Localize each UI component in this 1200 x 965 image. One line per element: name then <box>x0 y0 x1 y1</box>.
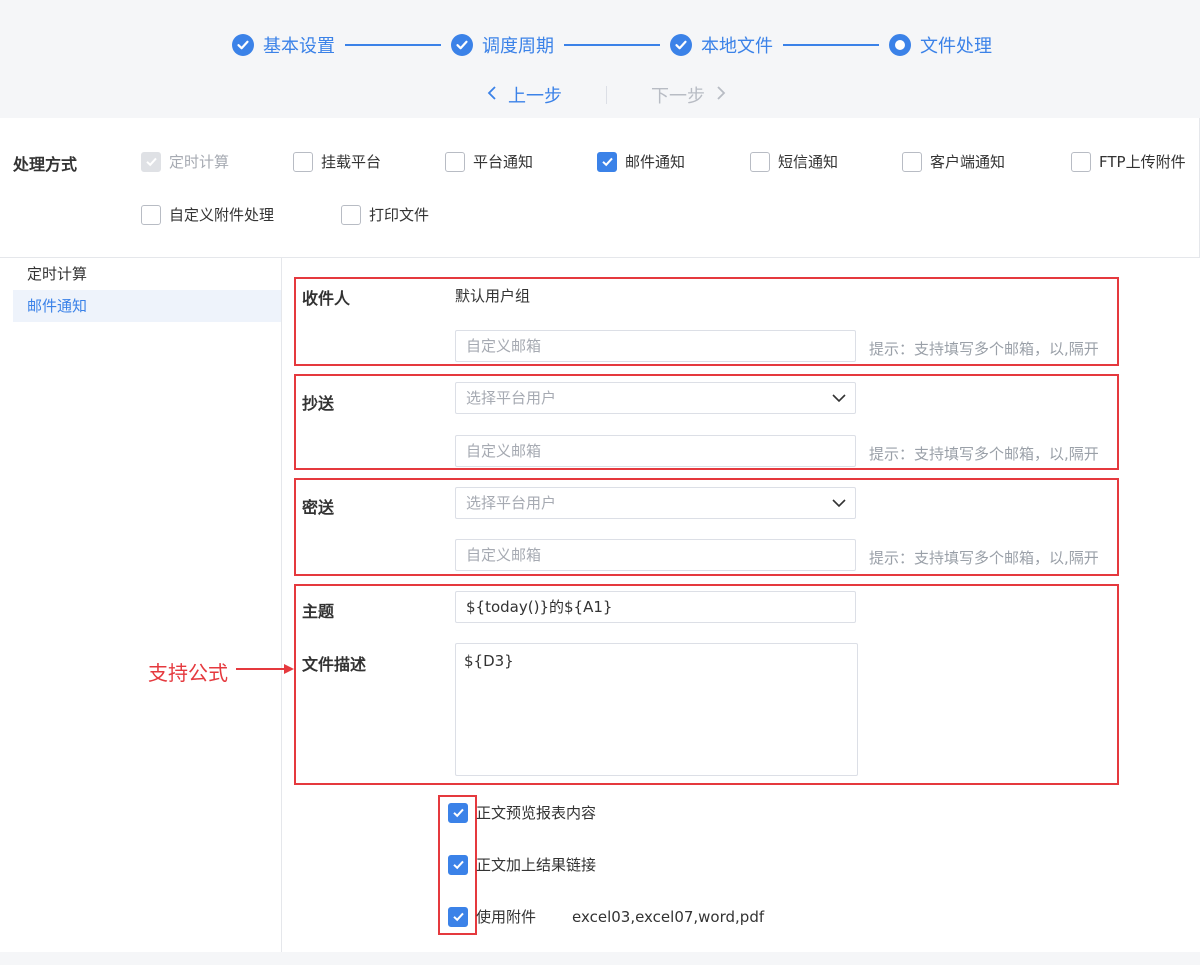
checkbox-checked <box>597 151 617 172</box>
checkbox <box>341 204 361 225</box>
option-label: 平台通知 <box>473 153 534 171</box>
next-step-button[interactable]: 下一步 <box>651 82 727 108</box>
checkbox-checked <box>448 802 468 823</box>
mode-option-print-file[interactable]: 打印文件 <box>341 204 429 225</box>
step-connector <box>345 44 441 46</box>
mode-option-sms-notify[interactable]: 短信通知 <box>750 151 838 172</box>
mode-option-client-notify[interactable]: 客户端通知 <box>902 151 1005 172</box>
processing-sidebar: 定时计算 邮件通知 <box>0 258 282 965</box>
step-label: 基本设置 <box>263 36 335 57</box>
step-schedule-cycle[interactable]: 调度周期 <box>451 32 554 58</box>
mode-option-email-notify[interactable]: 邮件通知 <box>597 151 685 172</box>
processing-mode-label: 处理方式 <box>13 155 78 174</box>
step-label: 文件处理 <box>920 36 992 57</box>
option-label: 使用附件 <box>476 908 537 926</box>
checkbox-checked <box>448 854 468 875</box>
option-label: FTP上传附件 <box>1099 153 1186 171</box>
checkbox <box>750 151 770 172</box>
chevron-left-icon <box>486 85 498 106</box>
mode-option-ftp-upload[interactable]: FTP上传附件 <box>1071 151 1186 172</box>
checkbox <box>1071 151 1091 172</box>
checkbox <box>445 151 465 172</box>
attachment-formats: excel03,excel07,word,pdf <box>572 907 765 926</box>
mode-option-custom-attachment[interactable]: 自定义附件处理 <box>141 204 274 225</box>
checkbox <box>293 151 313 172</box>
option-label: 挂载平台 <box>321 153 382 171</box>
sidebar-item-scheduled-calc[interactable]: 定时计算 <box>13 258 281 290</box>
option-label: 邮件通知 <box>625 153 686 171</box>
step-connector <box>783 44 879 46</box>
checkbox-checked-disabled <box>141 151 161 172</box>
option-label: 客户端通知 <box>930 153 1006 171</box>
sidebar-item-email-notify[interactable]: 邮件通知 <box>13 290 281 322</box>
check-circle-icon <box>232 34 254 56</box>
checkbox <box>902 151 922 172</box>
step-indicator: 基本设置 调度周期 本地文件 文件处理 <box>232 31 992 59</box>
option-label: 定时计算 <box>169 153 230 171</box>
checkbox-checked <box>448 906 468 927</box>
check-circle-icon <box>670 34 692 56</box>
next-step-label: 下一步 <box>651 86 705 107</box>
annotation-arrow-icon <box>236 664 294 674</box>
current-step-icon <box>889 34 911 56</box>
step-label: 本地文件 <box>701 36 773 57</box>
checkbox <box>141 204 161 225</box>
step-navigation: 上一步 下一步 <box>486 82 727 108</box>
prev-step-button[interactable]: 上一步 <box>486 82 562 108</box>
option-label: 自定义附件处理 <box>169 206 275 224</box>
step-local-file[interactable]: 本地文件 <box>670 32 773 58</box>
option-label: 正文加上结果链接 <box>476 856 597 874</box>
option-use-attachment[interactable]: 使用附件 excel03,excel07,word,pdf <box>448 906 764 927</box>
step-basic-settings[interactable]: 基本设置 <box>232 32 335 58</box>
highlight-box-cc <box>294 374 1119 470</box>
option-body-preview-report[interactable]: 正文预览报表内容 <box>448 802 596 823</box>
prev-step-label: 上一步 <box>508 86 562 107</box>
mode-option-platform-notify[interactable]: 平台通知 <box>445 151 533 172</box>
annotation-supports-formula: 支持公式 <box>148 661 228 685</box>
step-file-processing[interactable]: 文件处理 <box>889 32 992 58</box>
bottom-bar <box>0 952 1200 965</box>
processing-mode-panel <box>0 118 1200 258</box>
option-body-result-link[interactable]: 正文加上结果链接 <box>448 854 596 875</box>
highlight-box-recipient <box>294 277 1119 366</box>
option-label: 短信通知 <box>778 153 839 171</box>
step-label: 调度周期 <box>482 36 554 57</box>
option-label: 打印文件 <box>369 206 430 224</box>
mode-option-scheduled-calc[interactable]: 定时计算 <box>141 151 229 172</box>
nav-separator <box>606 86 607 104</box>
option-label: 正文预览报表内容 <box>476 804 597 822</box>
sidebar-item-label: 邮件通知 <box>27 297 88 315</box>
wizard-header: 基本设置 调度周期 本地文件 文件处理 上一步 下一步 <box>0 0 1200 118</box>
highlight-box-bcc <box>294 478 1119 576</box>
sidebar-item-label: 定时计算 <box>27 265 88 283</box>
step-connector <box>564 44 660 46</box>
highlight-box-subject-description <box>294 584 1119 785</box>
chevron-right-icon <box>715 85 727 106</box>
check-circle-icon <box>451 34 473 56</box>
mode-option-mount-platform[interactable]: 挂载平台 <box>293 151 381 172</box>
